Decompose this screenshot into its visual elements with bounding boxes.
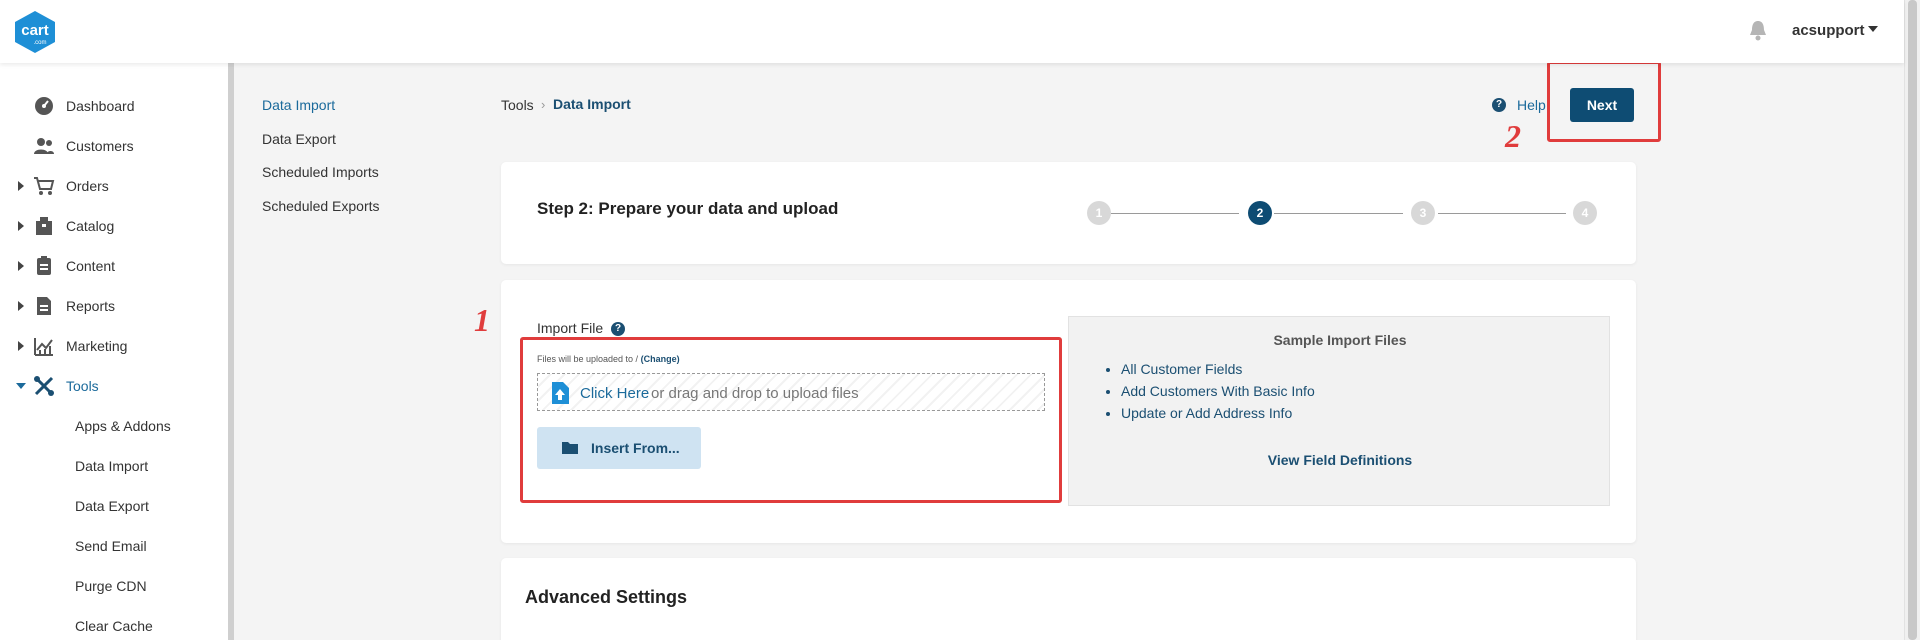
step-connector: [1111, 213, 1239, 214]
sidebar-item-label: Marketing: [66, 338, 128, 354]
breadcrumb-current: Data Import: [553, 96, 631, 112]
chevron-right-icon[interactable]: [18, 221, 24, 231]
sidebar-item-label: Catalog: [66, 218, 115, 234]
annotation-number-1: 1: [474, 302, 490, 338]
step-connector: [1438, 213, 1566, 214]
dashboard-icon: [35, 97, 53, 115]
submenu-data-import[interactable]: Data Import: [262, 97, 335, 113]
sidebar-subitem-apps-addons[interactable]: Apps & Addons: [75, 418, 171, 434]
svg-text:.com: .com: [33, 40, 46, 46]
annotation-number-2: 2: [1505, 118, 1521, 154]
sidebar-item-customers[interactable]: Customers: [0, 127, 228, 167]
breadcrumb-separator: ›: [541, 97, 546, 112]
sample-link-address-info[interactable]: Update or Add Address Info: [1121, 405, 1315, 421]
import-file-label: Import File: [537, 320, 604, 336]
submenu-data-export[interactable]: Data Export: [262, 131, 336, 147]
chevron-down-icon[interactable]: [16, 383, 26, 389]
chevron-down-icon[interactable]: [1868, 26, 1878, 32]
sidebar-item-marketing[interactable]: Marketing: [0, 327, 228, 367]
view-field-definitions-link[interactable]: View Field Definitions: [1069, 452, 1611, 468]
step-4-indicator: 4: [1573, 201, 1597, 225]
sidebar-item-label: Orders: [66, 178, 109, 194]
advanced-settings-title[interactable]: Advanced Settings: [525, 587, 687, 608]
page-scrollbar[interactable]: [1904, 0, 1920, 640]
sidebar-item-label: Dashboard: [66, 98, 135, 114]
step-3-indicator: 3: [1411, 201, 1435, 225]
sidebar-item-label: Tools: [66, 378, 99, 394]
sample-link-all-customer-fields[interactable]: All Customer Fields: [1121, 361, 1315, 377]
chevron-right-icon[interactable]: [18, 301, 24, 311]
step-2-indicator: 2: [1248, 201, 1272, 225]
marketing-icon: [34, 338, 53, 356]
bell-icon[interactable]: [1748, 19, 1768, 41]
step-title: Step 2: Prepare your data and upload: [537, 199, 839, 218]
sidebar-subitem-purge-cdn[interactable]: Purge CDN: [75, 578, 147, 594]
sidebar-item-label: Content: [66, 258, 116, 274]
sidebar-item-orders[interactable]: Orders: [0, 167, 228, 207]
cart-logo[interactable]: cart .com: [12, 10, 58, 54]
sidebar-item-label: Customers: [66, 138, 134, 154]
submenu-scheduled-imports[interactable]: Scheduled Imports: [262, 164, 379, 180]
sidebar-scrollbar[interactable]: [228, 63, 234, 640]
sample-files-title: Sample Import Files: [1273, 332, 1407, 348]
catalog-icon: [36, 217, 52, 235]
svg-text:cart: cart: [21, 22, 49, 39]
sidebar-subitem-send-email[interactable]: Send Email: [75, 538, 147, 554]
tools-icon: [34, 376, 54, 396]
step-1-indicator: 1: [1087, 201, 1111, 225]
help-icon[interactable]: ?: [1492, 98, 1506, 112]
sidebar-item-content[interactable]: Content: [0, 247, 228, 287]
sidebar-item-tools[interactable]: Tools: [0, 367, 228, 407]
submenu-scheduled-exports[interactable]: Scheduled Exports: [262, 198, 380, 214]
chevron-right-icon[interactable]: [18, 261, 24, 271]
sidebar-subitem-clear-cache[interactable]: Clear Cache: [75, 618, 153, 634]
annotation-box-2: [1547, 61, 1661, 142]
customers-icon: [34, 138, 54, 154]
sample-files-list: All Customer Fields Add Customers With B…: [1121, 361, 1315, 427]
cart-icon: [34, 177, 55, 195]
chevron-right-icon[interactable]: [18, 341, 24, 351]
sidebar-item-reports[interactable]: Reports: [0, 287, 228, 327]
sample-link-basic-info[interactable]: Add Customers With Basic Info: [1121, 383, 1315, 399]
scrollbar-thumb[interactable]: [1908, 0, 1917, 640]
sample-files-panel: Sample Import Files All Customer Fields …: [1068, 316, 1610, 506]
sidebar: Dashboard Customers Orders Catalog Conte…: [0, 63, 228, 640]
sidebar-item-label: Reports: [66, 298, 116, 314]
sidebar-item-catalog[interactable]: Catalog: [0, 207, 228, 247]
username-menu[interactable]: acsupport: [1792, 22, 1865, 39]
step-connector: [1274, 213, 1403, 214]
sidebar-item-dashboard[interactable]: Dashboard: [0, 87, 228, 127]
sidebar-subitem-data-import[interactable]: Data Import: [75, 458, 148, 474]
question-icon[interactable]: ?: [611, 322, 625, 336]
breadcrumb-tools[interactable]: Tools: [501, 97, 534, 113]
sidebar-subitem-data-export[interactable]: Data Export: [75, 498, 149, 514]
content-icon: [37, 256, 51, 275]
top-header: cart .com acsupport: [0, 0, 1904, 63]
chevron-right-icon[interactable]: [18, 181, 24, 191]
reports-icon: [37, 297, 51, 315]
help-link[interactable]: Help: [1517, 97, 1546, 113]
annotation-box-1: [520, 337, 1062, 503]
